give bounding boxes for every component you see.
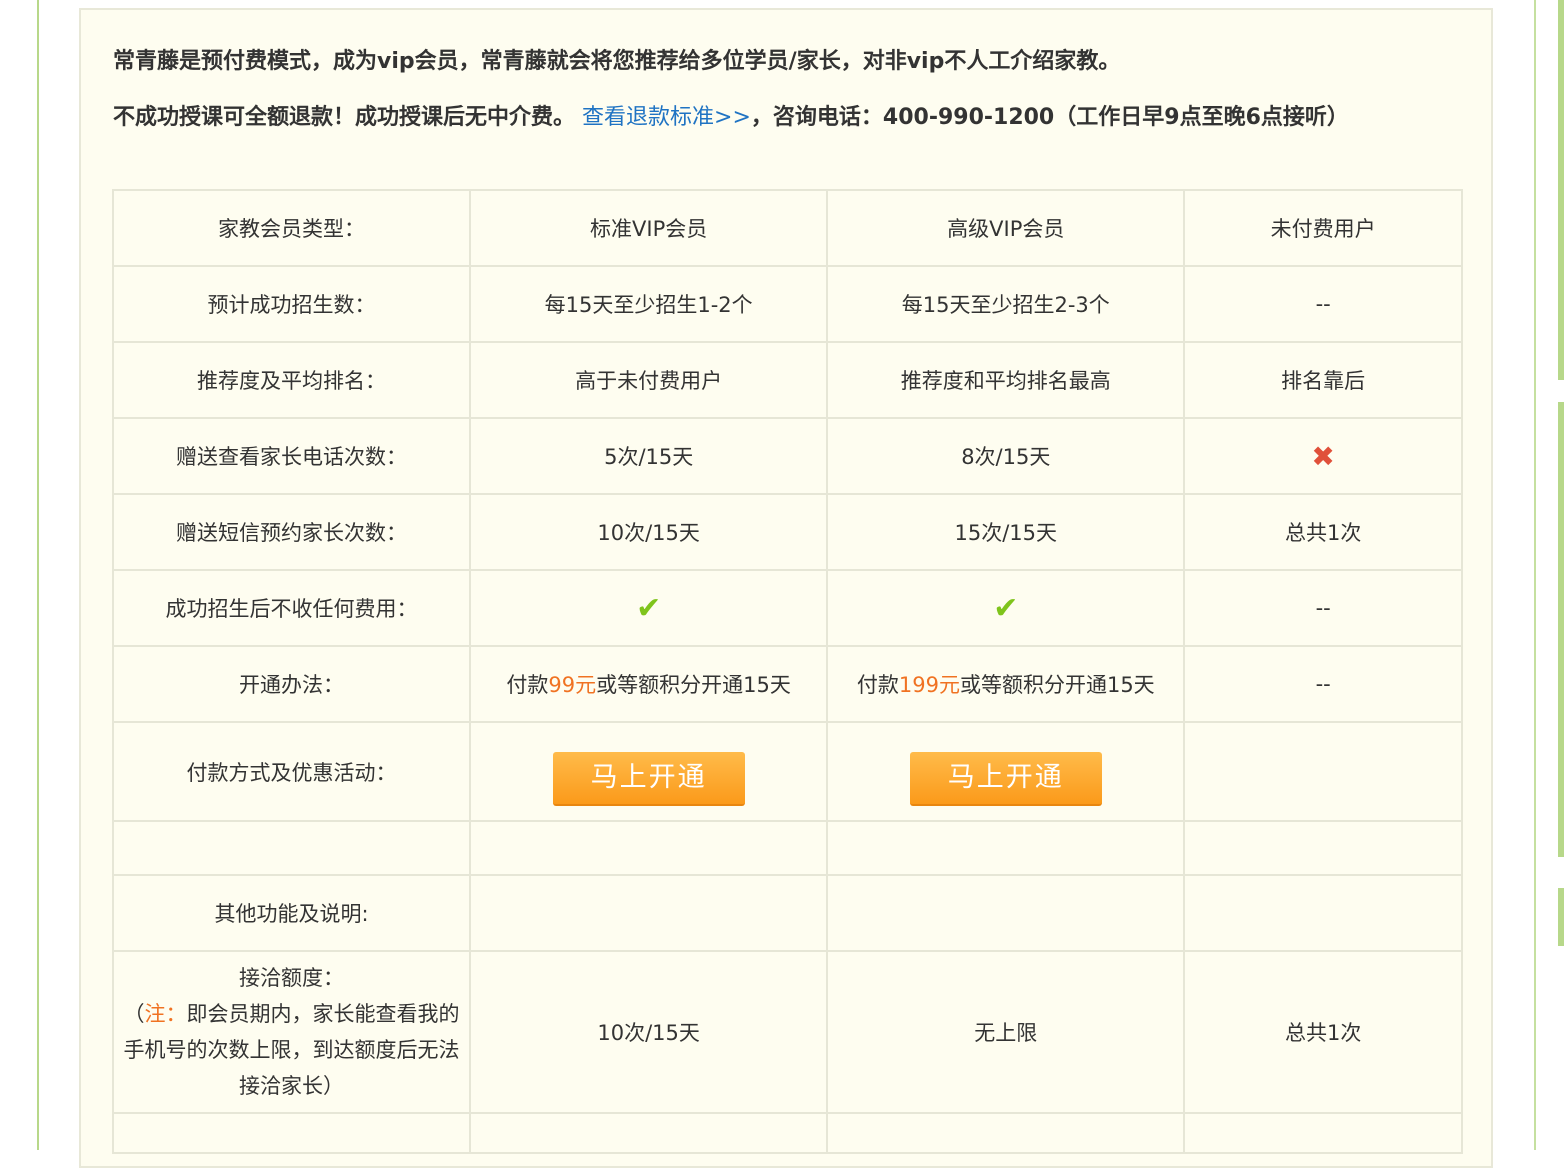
rank-standard: 高于未付费用户 (469, 341, 829, 419)
empty-cell (111, 820, 472, 876)
header-unpaid-user: 未付费用户 (1183, 189, 1463, 267)
phone-views-label: 赠送查看家长电话次数： (111, 417, 472, 495)
payment-unpaid-cell (1183, 721, 1463, 822)
check-icon: ✔ (636, 590, 662, 626)
right-sidebar-edge (1534, 0, 1564, 1150)
hours-text: 点接听） (1260, 105, 1349, 130)
header-premium-vip: 高级VIP会员 (826, 189, 1186, 267)
sms-label: 赠送短信预约家长次数： (111, 493, 472, 571)
intro-text: 不人工介绍家教。 (944, 49, 1121, 74)
phone-views-unpaid: ✖ (1183, 417, 1463, 495)
table-row-empty (111, 820, 1463, 876)
rank-premium: 推荐度和平均排名最高 (826, 341, 1186, 419)
quota-label: 接洽额度： （注：即会员期内，家长能查看我的手机号的次数上限，到达额度后无法接洽… (111, 950, 472, 1114)
sms-unpaid: 总共1次 (1183, 493, 1463, 571)
table-row-header: 家教会员类型： 标准VIP会员 高级VIP会员 未付费用户 (111, 189, 1463, 267)
empty-cell (469, 874, 829, 952)
note-paren: （ (123, 1002, 145, 1026)
nofee-standard: ✔ (469, 569, 829, 647)
quota-standard: 10次/15天 (469, 950, 829, 1114)
hours-start: 9 (1164, 105, 1180, 130)
empty-cell (1183, 820, 1463, 876)
sms-standard: 10次/15天 (469, 493, 829, 571)
intro-text: 会员，常青藤就会将您推荐给多位学员/家长，对非 (414, 49, 907, 74)
phone-views-standard: 5次/15天 (469, 417, 829, 495)
empty-cell (111, 1112, 472, 1154)
header-label: 家教会员类型： (111, 189, 472, 267)
intro-line-2: 不成功授课可全额退款！成功授课后无中介费。 查看退款标准>>，咨询电话：400-… (113, 100, 1453, 136)
empty-cell (469, 820, 829, 876)
outer-left-border (37, 0, 39, 1150)
empty-cell (469, 1112, 829, 1154)
other-label: 其他功能及说明: (111, 874, 472, 952)
empty-cell (1183, 1112, 1463, 1154)
intro-line-1: 常青藤是预付费模式，成为vip会员，常青藤就会将您推荐给多位学员/家长，对非vi… (113, 44, 1453, 80)
table-row-nofee: 成功招生后不收任何费用： ✔ ✔ -- (111, 569, 1463, 647)
table-row-open-method: 开通办法： 付款99元或等额积分开通15天 付款199元或等额积分开通15天 -… (111, 645, 1463, 723)
table-row-other: 其他功能及说明: (111, 874, 1463, 952)
payment-label: 付款方式及优惠活动： (111, 721, 472, 822)
open-text: 或等额积分开通15天 (596, 673, 791, 697)
quota-premium: 无上限 (826, 950, 1186, 1114)
right-box-border (1558, 0, 1564, 380)
nofee-premium: ✔ (826, 569, 1186, 647)
refund-standard-link[interactable]: 查看退款标准>> (582, 105, 751, 130)
cross-icon: ✖ (1311, 439, 1335, 473)
vip-info-panel: 常青藤是预付费模式，成为vip会员，常青藤就会将您推荐给多位学员/家长，对非vi… (79, 8, 1493, 1168)
hours-text: 点至晚 (1179, 105, 1246, 130)
enroll-premium: 每15天至少招生2-3个 (826, 265, 1186, 343)
consult-phone: 400-990-1200 (882, 105, 1055, 130)
open-text: 付款 (506, 673, 549, 697)
open-method-label: 开通办法： (111, 645, 472, 723)
table-row-next (111, 1112, 1463, 1154)
quota-note: （注：即会员期内，家长能查看我的手机号的次数上限，到达额度后无法接洽家长） (114, 996, 469, 1104)
activate-premium-button[interactable]: 马上开通 (909, 751, 1102, 806)
payment-standard-cell: 马上开通 (469, 721, 829, 822)
membership-comparison-table: 家教会员类型： 标准VIP会员 高级VIP会员 未付费用户 预计成功招生数： 每… (111, 189, 1463, 1154)
empty-cell (826, 820, 1186, 876)
table-row-payment: 付款方式及优惠活动： 马上开通 马上开通 (111, 721, 1463, 822)
rank-unpaid: 排名靠后 (1183, 341, 1463, 419)
open-method-unpaid: -- (1183, 645, 1463, 723)
table-row-phone-views: 赠送查看家长电话次数： 5次/15天 8次/15天 ✖ (111, 417, 1463, 495)
header-standard-vip: 标准VIP会员 (469, 189, 829, 267)
empty-cell (826, 874, 1186, 952)
hours-end: 6 (1245, 105, 1261, 130)
enroll-standard: 每15天至少招生1-2个 (469, 265, 829, 343)
phone-views-premium: 8次/15天 (826, 417, 1186, 495)
empty-cell (1183, 874, 1463, 952)
intro-vip: vip (377, 49, 415, 74)
intro-text: 常青藤是预付费模式，成为 (113, 49, 378, 74)
table-row-enroll: 预计成功招生数： 每15天至少招生1-2个 每15天至少招生2-3个 -- (111, 265, 1463, 343)
nofee-unpaid: -- (1183, 569, 1463, 647)
quota-unpaid: 总共1次 (1183, 950, 1463, 1114)
intro-vip: vip (906, 49, 945, 74)
table-row-sms: 赠送短信预约家长次数： 10次/15天 15次/15天 总共1次 (111, 493, 1463, 571)
sms-premium: 15次/15天 (826, 493, 1186, 571)
right-box-border (1558, 402, 1564, 857)
activate-standard-button[interactable]: 马上开通 (552, 751, 745, 806)
table-row-quota: 接洽额度： （注：即会员期内，家长能查看我的手机号的次数上限，到达额度后无法接洽… (111, 950, 1463, 1114)
refund-policy-text: 不成功授课可全额退款！成功授课后无中介费。 (113, 105, 576, 130)
empty-cell (826, 1112, 1186, 1154)
enroll-unpaid: -- (1183, 265, 1463, 343)
note-prefix: 注： (144, 1002, 187, 1026)
right-divider (1534, 0, 1536, 1150)
open-method-standard: 付款99元或等额积分开通15天 (469, 645, 829, 723)
open-method-premium: 付款199元或等额积分开通15天 (826, 645, 1186, 723)
payment-premium-cell: 马上开通 (826, 721, 1186, 822)
rank-label: 推荐度及平均排名： (111, 341, 472, 419)
consult-label: ，咨询电话： (750, 105, 883, 130)
table-row-rank: 推荐度及平均排名： 高于未付费用户 推荐度和平均排名最高 排名靠后 (111, 341, 1463, 419)
open-text: 或等额积分开通15天 (959, 673, 1155, 697)
quota-title: 接洽额度： (239, 966, 345, 990)
standard-price: 99元 (548, 673, 597, 697)
hours-text: （工作日早 (1054, 105, 1165, 130)
open-text: 付款 (856, 673, 899, 697)
check-icon: ✔ (993, 590, 1019, 626)
premium-price: 199元 (898, 673, 960, 697)
nofee-label: 成功招生后不收任何费用： (111, 569, 472, 647)
enroll-label: 预计成功招生数： (111, 265, 472, 343)
right-box-border (1558, 888, 1564, 946)
